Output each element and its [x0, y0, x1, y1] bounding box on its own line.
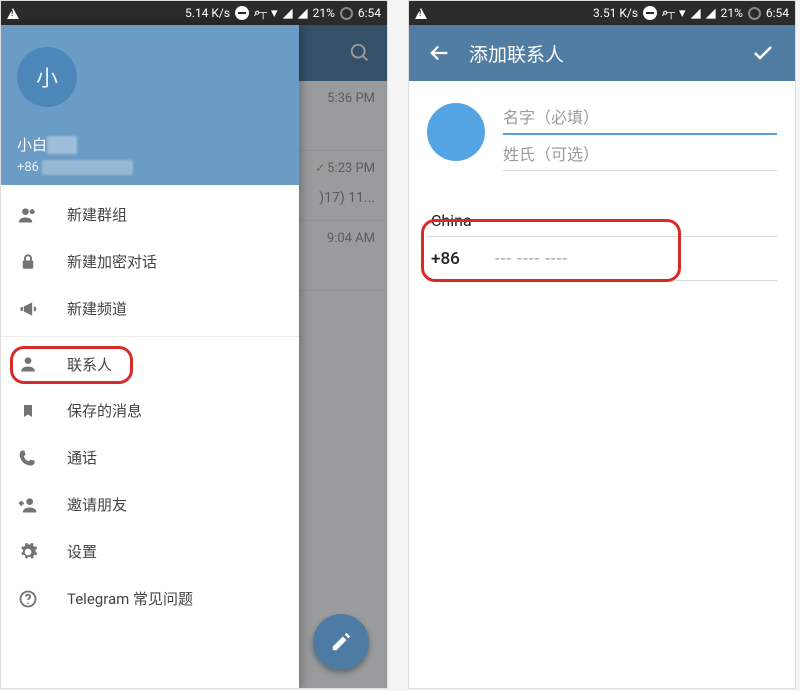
compose-fab[interactable]	[313, 614, 369, 670]
signal-icon-2: ◢	[298, 6, 308, 21]
network-speed: 3.51 K/s	[593, 6, 638, 20]
drawer-menu: 新建群组 新建加密对话 新建频道 联系人	[1, 185, 299, 689]
menu-new-group[interactable]: 新建群组	[1, 191, 299, 238]
menu-label: 新建频道	[67, 298, 127, 319]
signal-icon: ◢	[691, 6, 701, 21]
status-bar: 3.51 K/s ⌕┬ ▾ ◢ ◢ 21% 6:54	[409, 1, 795, 25]
right-phone-screenshot: 3.51 K/s ⌕┬ ▾ ◢ ◢ 21% 6:54 添加联系人	[408, 0, 796, 689]
menu-saved-messages[interactable]: 保存的消息	[1, 387, 299, 434]
clock: 6:54	[766, 6, 789, 20]
person-add-icon	[17, 495, 39, 515]
menu-contacts[interactable]: 联系人	[1, 336, 299, 387]
phone-input-row[interactable]: +86 --- ---- ----	[427, 237, 777, 281]
menu-settings[interactable]: 设置	[1, 528, 299, 575]
battery-percent: 21%	[313, 6, 335, 20]
signal-icon-2: ◢	[706, 6, 716, 21]
country-code[interactable]: +86	[431, 249, 495, 269]
menu-label: 新建群组	[67, 204, 127, 225]
menu-invite-friends[interactable]: 邀请朋友	[1, 481, 299, 528]
pencil-icon	[330, 631, 352, 653]
back-button[interactable]	[419, 36, 461, 70]
menu-label: 邀请朋友	[67, 494, 127, 515]
drawer-username: 小白xxxx	[17, 134, 77, 155]
drawer-phone: +86 xxxxxxxxxxxxxx	[17, 160, 133, 175]
clock: 6:54	[358, 6, 381, 20]
country-selector[interactable]: China	[427, 211, 777, 237]
navigation-drawer: 小 小白xxxx +86 xxxxxxxxxxxxxx 新建群组 新建加密对话	[1, 25, 299, 689]
warning-icon	[415, 8, 427, 19]
network-speed: 5.14 K/s	[185, 6, 230, 20]
menu-label: 新建加密对话	[67, 251, 157, 272]
group-icon	[17, 205, 39, 225]
menu-label: 联系人	[67, 354, 112, 375]
first-name-input[interactable]: 名字（必填）	[503, 99, 777, 135]
vpn-key-icon: ⌕┬	[662, 6, 674, 20]
menu-label: 保存的消息	[67, 400, 142, 421]
battery-percent: 21%	[721, 6, 743, 20]
add-contact-toolbar: 添加联系人	[409, 25, 795, 81]
dnd-icon	[643, 6, 657, 20]
megaphone-icon	[17, 299, 39, 319]
avatar: 小	[17, 47, 77, 107]
gear-icon	[17, 542, 39, 562]
person-icon	[17, 354, 39, 374]
phone-icon	[17, 448, 39, 468]
warning-icon	[7, 8, 19, 19]
menu-new-channel[interactable]: 新建频道	[1, 285, 299, 332]
menu-new-secret-chat[interactable]: 新建加密对话	[1, 238, 299, 285]
lock-icon	[17, 252, 39, 272]
signal-icon: ◢	[283, 6, 293, 21]
dnd-icon	[235, 6, 249, 20]
wifi-icon: ▾	[679, 6, 686, 21]
wifi-icon: ▾	[271, 6, 278, 21]
battery-ring-icon	[340, 7, 353, 20]
arrow-left-icon	[429, 42, 451, 64]
bookmark-icon	[17, 401, 39, 421]
help-icon	[17, 589, 39, 609]
left-phone-screenshot: 5.14 K/s ⌕┬ ▾ ◢ ◢ 21% 6:54	[0, 0, 388, 689]
check-icon	[751, 41, 775, 65]
menu-label: 通话	[67, 447, 97, 468]
page-title: 添加联系人	[469, 40, 741, 67]
status-bar: 5.14 K/s ⌕┬ ▾ ◢ ◢ 21% 6:54	[1, 1, 387, 25]
vpn-key-icon: ⌕┬	[254, 6, 266, 20]
phone-placeholder: --- ---- ----	[495, 249, 568, 269]
battery-ring-icon	[748, 7, 761, 20]
done-button[interactable]	[741, 35, 785, 71]
menu-label: 设置	[67, 541, 97, 562]
menu-label: Telegram 常见问题	[67, 588, 193, 609]
drawer-header[interactable]: 小 小白xxxx +86 xxxxxxxxxxxxxx	[1, 25, 299, 185]
menu-calls[interactable]: 通话	[1, 434, 299, 481]
contact-avatar-placeholder[interactable]	[427, 103, 485, 161]
last-name-input[interactable]: 姓氏（可选）	[503, 135, 777, 171]
menu-faq[interactable]: Telegram 常见问题	[1, 575, 299, 622]
